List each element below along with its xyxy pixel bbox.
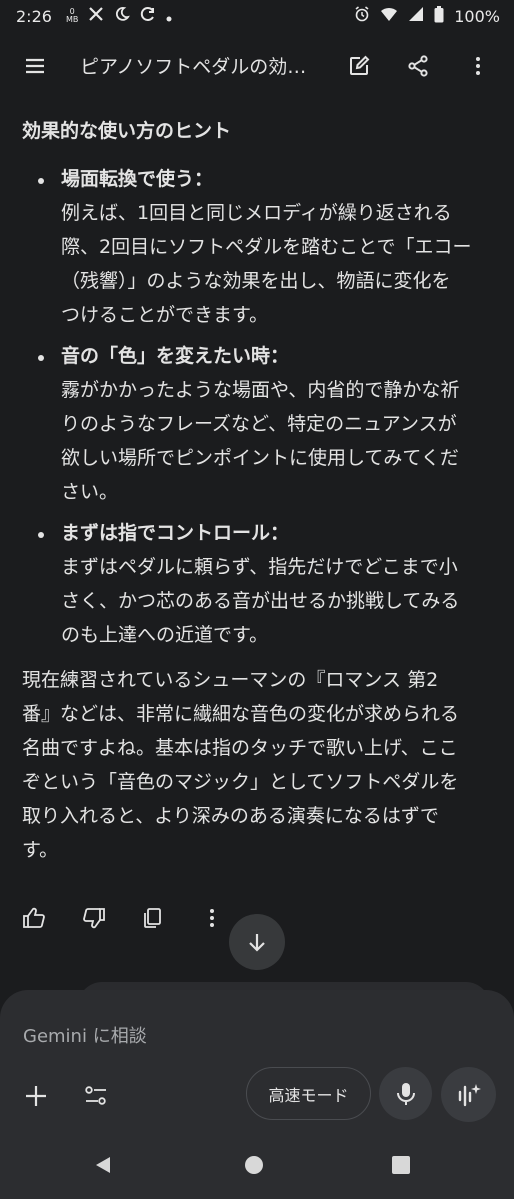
system-nav-bar [0,1131,514,1199]
data-usage-unit: MB [65,15,79,24]
moon-icon [114,6,131,26]
text-line: す。 [22,839,59,861]
text-line: ぞという「音色のマジック」としてソフトペダルを [22,771,459,793]
text-line: 名曲ですよね。基本は指のタッチで歌い上げ、ここ [22,737,458,759]
recents-icon[interactable] [389,1153,413,1177]
list-item-body: まずはペダルに頼らず、指先だけでどこまで小 さく、かつ芯のある音が出せるか挑戦し… [61,550,481,652]
list-item-label: 音の「色」を変えたい時： [61,345,290,367]
mode-selector-button[interactable]: 高速モード [246,1067,371,1120]
list-item-label: まずは指でコントロール： [61,522,290,544]
thumb-down-icon[interactable] [78,900,110,936]
data-usage: 0 MB [66,8,78,24]
text-line: つけることができます。 [61,304,269,326]
alarm-icon [354,6,370,26]
mode-label: 高速モード [268,1085,349,1105]
text-line: （残響）」のような効果を出し、物語に変化を [61,270,451,292]
list-item-body: 例えば、1回目と同じメロディが繰り返される 際、2回目にソフトペダルを踏むことで… [61,196,481,332]
app-bar: ピアノソフトペダルの効… [0,40,514,92]
bullet-dot [38,532,44,538]
arrow-down-icon [249,934,265,952]
sync-icon [140,6,156,26]
text-line: さく、かつ芯のある音が出せるか挑戦してみる [61,590,460,612]
menu-icon[interactable] [15,46,55,86]
text-line: 霧がかかったような場面や、内省的で静かな祈 [61,379,460,401]
conversation-title[interactable]: ピアノソフトペダルの効… [80,52,330,79]
text-line: 番』などは、非常に繊細な音色の変化が求められる [22,703,460,725]
share-icon[interactable] [398,46,438,86]
signal-icon [408,6,424,26]
scroll-to-bottom-button[interactable] [229,914,285,970]
section-heading: 効果的な使い方のヒント [22,120,232,142]
back-icon[interactable] [91,1153,115,1177]
text-line: まずはペダルに頼らず、指先だけでどこまで小 [61,556,458,578]
wifi-icon [380,6,398,26]
text-line: 欲しい場所でピンポイントに使用してみてくだ [61,447,459,469]
add-icon[interactable] [20,1080,52,1112]
text-line: 現在練習されているシューマンの『ロマンス 第2 [22,669,439,691]
more-vert-icon[interactable] [458,46,498,86]
text-line: さい。 [61,481,119,503]
mic-button[interactable] [379,1067,432,1120]
battery-percent: 100% [454,6,500,26]
copy-icon[interactable] [136,900,168,936]
list-item-body: 霧がかかったような場面や、内省的で静かな祈 りのようなフレーズなど、特定のニュア… [61,373,481,509]
dot-icon [166,7,172,26]
home-icon[interactable] [242,1153,266,1177]
text-line: 取り入れると、より深みのある演奏になるはずで [22,805,439,827]
list-item-label: 場面転換で使う： [61,168,214,190]
edit-icon[interactable] [339,46,379,86]
prompt-input[interactable]: Gemini に相談 [23,1022,147,1048]
bullet-dot [38,178,44,184]
more-vert-icon[interactable] [196,900,228,936]
battery-icon [434,5,444,27]
live-button[interactable] [441,1067,496,1122]
composer: Gemini に相談 高速モード [0,990,514,1131]
tools-icon[interactable] [80,1080,112,1112]
text-line: のも上達への近道です。 [61,624,269,646]
mic-icon [396,1082,415,1105]
text-line: 例えば、1回目と同じメロディが繰り返される [61,202,452,224]
thumb-up-icon[interactable] [18,900,50,936]
live-waveform-icon [458,1083,481,1106]
x-icon [88,6,104,26]
text-line: りのようなフレーズなど、特定のニュアンスが [61,413,457,435]
clock: 2:26 [16,6,52,26]
status-bar: 2:26 0 MB 100% [0,0,514,32]
text-line: 際、2回目にソフトペダルを踏むことで「エコー [61,236,472,258]
bullet-dot [38,355,44,361]
closing-paragraph: 現在練習されているシューマンの『ロマンス 第2 番』などは、非常に繊細な音色の変… [22,663,494,867]
